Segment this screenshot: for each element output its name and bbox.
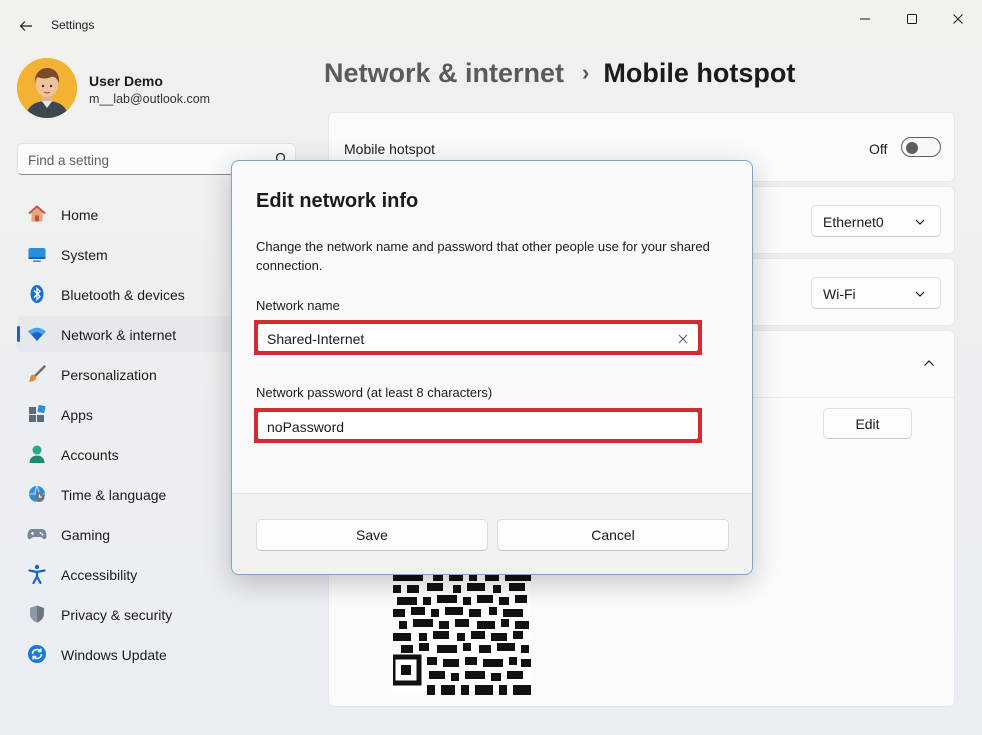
edit-network-dialog: Edit network info Change the network nam… (231, 160, 753, 575)
dialog-title: Edit network info (256, 190, 419, 212)
network-password-highlight (254, 408, 702, 443)
network-password-field (258, 412, 698, 439)
dialog-footer: Save Cancel (232, 493, 752, 574)
network-name-input[interactable] (267, 330, 657, 348)
network-name-highlight (254, 320, 702, 355)
save-button[interactable]: Save (256, 519, 488, 551)
network-name-field (258, 324, 698, 351)
cancel-button[interactable]: Cancel (497, 519, 729, 551)
network-password-input[interactable] (267, 418, 657, 436)
settings-window: Settings User Demo m__lab@outlook.com Fi… (0, 0, 982, 735)
network-password-label: Network password (at least 8 characters) (256, 385, 493, 400)
clear-text-icon[interactable] (676, 332, 690, 346)
network-name-label: Network name (256, 298, 340, 313)
dialog-description: Change the network name and password tha… (256, 239, 710, 273)
